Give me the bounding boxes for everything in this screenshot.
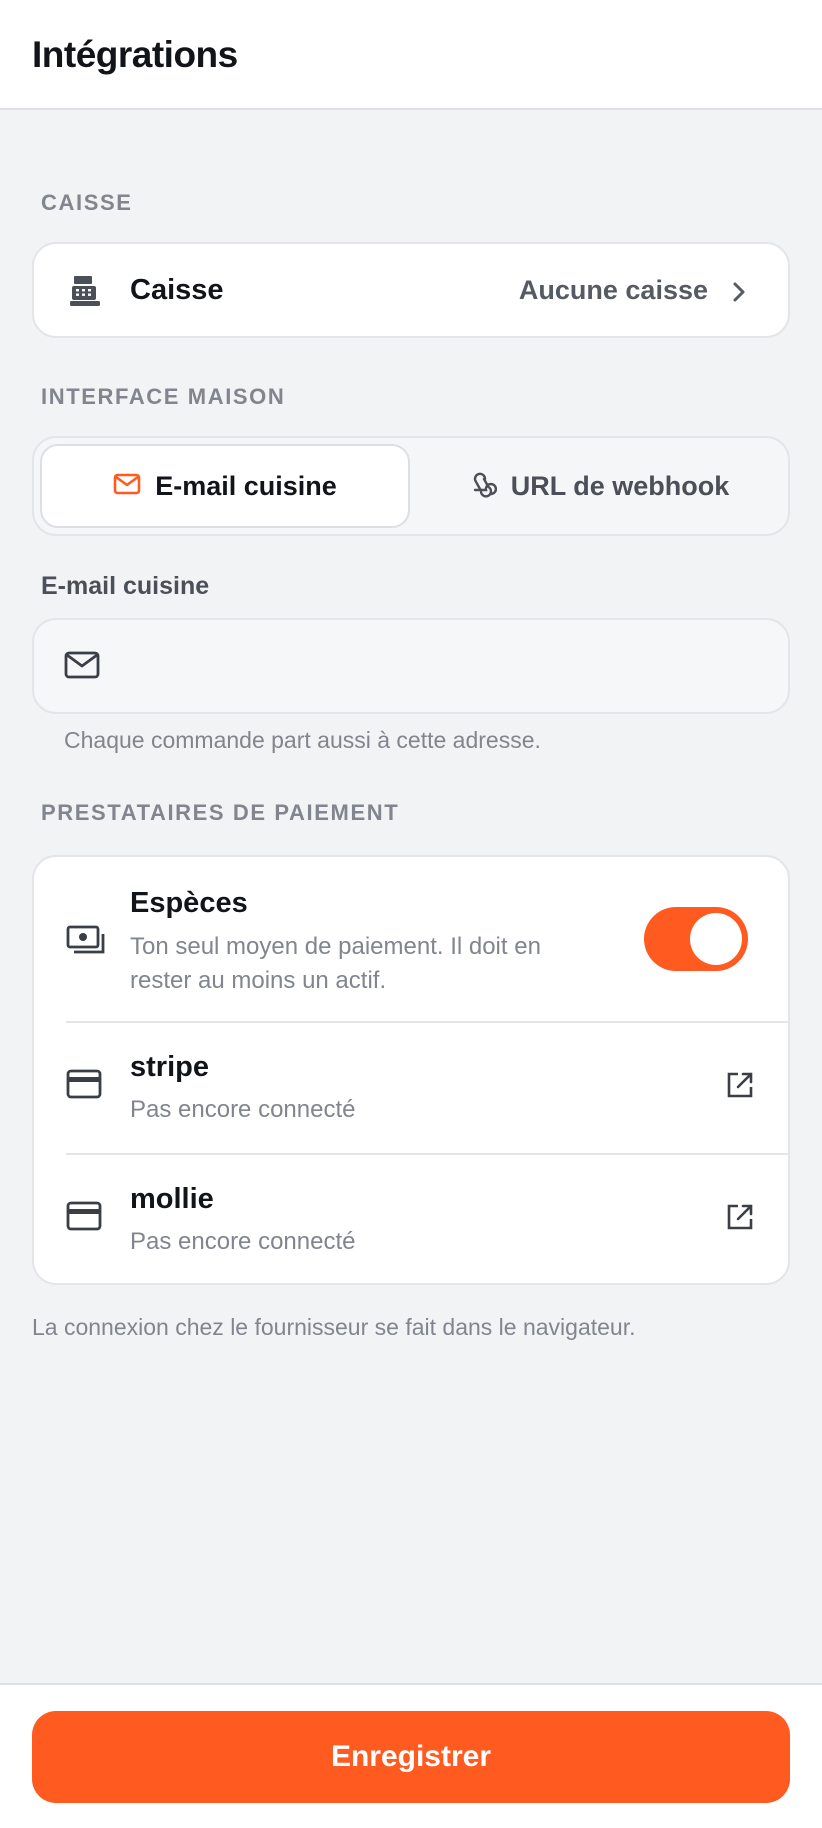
- payment-providers-card: Espèces Ton seul moyen de paiement. Il d…: [32, 855, 790, 1285]
- section-label-payment: PRESTATAIRES DE PAIEMENT: [41, 800, 400, 825]
- provider-description: Pas encore connecté: [130, 1096, 356, 1123]
- especes-toggle[interactable]: [644, 907, 748, 971]
- save-button[interactable]: Enregistrer: [32, 1711, 790, 1803]
- tab-email-cuisine[interactable]: E-mail cuisine: [40, 444, 410, 528]
- webhook-icon: [469, 470, 497, 503]
- email-helper-text: Chaque commande part aussi à cette adres…: [64, 727, 541, 753]
- pos-row-title: Caisse: [130, 274, 224, 306]
- pos-select-row[interactable]: Caisse Aucune caisse: [32, 242, 790, 338]
- provider-name: Espèces: [130, 887, 248, 919]
- provider-description: Ton seul moyen de paiement. Il doit en r…: [130, 933, 541, 994]
- interface-segmented-control: E-mail cuisine URL de webhook: [32, 436, 790, 536]
- mail-icon: [64, 650, 100, 685]
- email-input[interactable]: [118, 640, 762, 694]
- credit-card-icon: [66, 1201, 102, 1236]
- provider-row-stripe[interactable]: stripe Pas encore connecté: [34, 1023, 788, 1153]
- chevron-right-icon: [730, 279, 748, 310]
- provider-name: mollie: [130, 1183, 214, 1215]
- section-label-caisse: CAISSE: [41, 190, 133, 215]
- section-label-interface: INTERFACE MAISON: [41, 384, 286, 409]
- credit-card-icon: [66, 1069, 102, 1104]
- payment-footnote: La connexion chez le fournisseur se fait…: [32, 1314, 636, 1340]
- email-field[interactable]: [32, 618, 790, 714]
- provider-row-especes: Espèces Ton seul moyen de paiement. Il d…: [34, 857, 788, 1021]
- mail-icon: [113, 473, 141, 500]
- tab-email-label: E-mail cuisine: [155, 470, 337, 501]
- footer-bar: Enregistrer: [0, 1683, 822, 1828]
- cash-icon: [66, 925, 106, 964]
- toggle-knob: [690, 913, 742, 965]
- pos-row-value: Aucune caisse: [518, 275, 708, 305]
- page-title: Intégrations: [32, 34, 238, 75]
- tab-webhook-label: URL de webhook: [510, 470, 730, 501]
- external-link-icon[interactable]: [726, 1071, 754, 1104]
- external-link-icon[interactable]: [726, 1203, 754, 1236]
- tab-webhook-url[interactable]: URL de webhook: [414, 444, 784, 528]
- email-field-label: E-mail cuisine: [41, 572, 210, 600]
- provider-row-mollie[interactable]: mollie Pas encore connecté: [34, 1155, 788, 1283]
- app-header: Intégrations: [0, 0, 822, 110]
- provider-name: stripe: [130, 1051, 209, 1083]
- provider-description: Pas encore connecté: [130, 1228, 356, 1255]
- cash-register-icon: [68, 274, 104, 313]
